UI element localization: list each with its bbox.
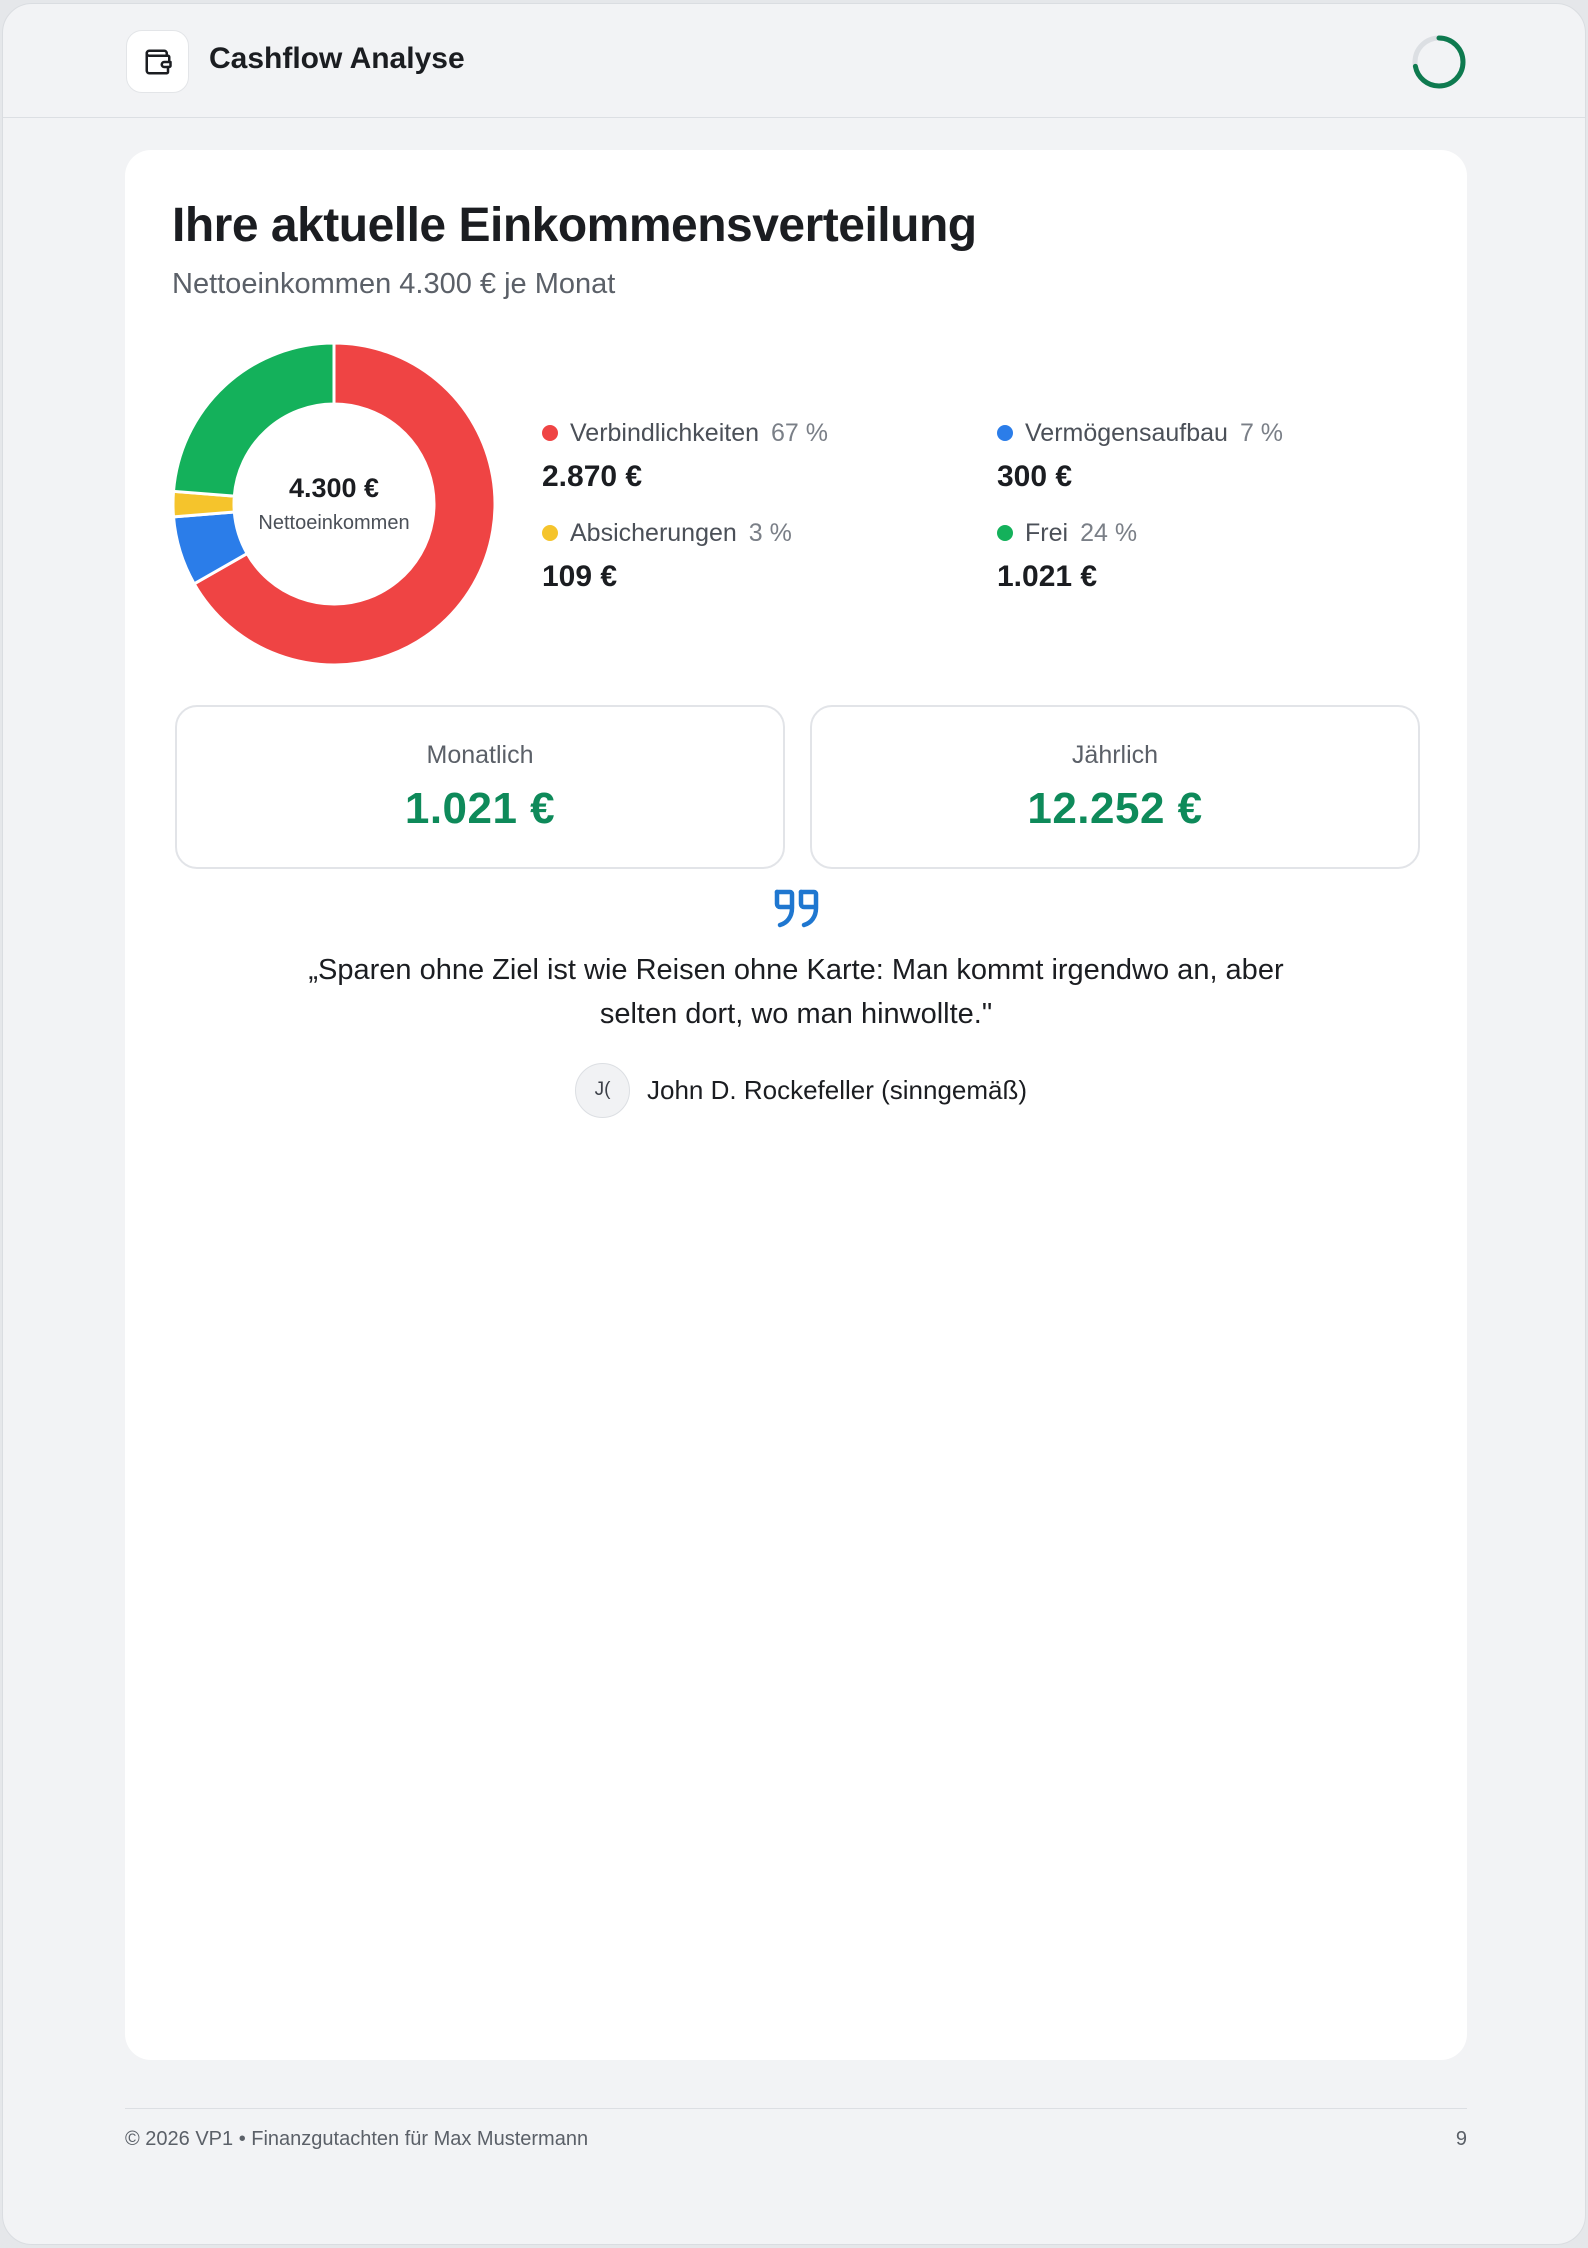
quote-author: J( John D. Rockefeller (sinngemäß) xyxy=(575,1062,1027,1118)
avatar: J( xyxy=(575,1062,630,1118)
legend-percent: 3 % xyxy=(748,518,792,547)
quote-text: „Sparen ohne Ziel ist wie Reisen ohne Ka… xyxy=(308,954,1284,1030)
legend-percent: 24 % xyxy=(1080,518,1138,547)
legend-dot xyxy=(542,425,558,441)
yearly-value: 12.252 € xyxy=(1027,784,1203,833)
wallet-icon xyxy=(126,30,189,93)
app-header: Cashflow Analyse xyxy=(3,4,1585,118)
author-name: John D. Rockefeller (sinngemäß) xyxy=(647,1074,1028,1105)
legend-percent: 67 % xyxy=(771,418,828,447)
footer-divider xyxy=(125,2108,1467,2109)
progress-ring xyxy=(1412,35,1466,89)
page-number: 9 xyxy=(1455,2128,1467,2150)
yearly-free-card: Jährlich 12.252 € xyxy=(810,705,1420,869)
legend-value: 1.021 € xyxy=(997,560,1098,593)
legend-name: Frei xyxy=(1025,518,1069,547)
app-title: Cashflow Analyse xyxy=(209,42,465,75)
legend-percent: 7 % xyxy=(1239,418,1284,447)
monthly-free-card: Monatlich 1.021 € xyxy=(175,705,785,869)
footer-text: © 2026 VP1 • Finanzgutachten für Max Mus… xyxy=(125,2128,589,2150)
income-distribution-card: Ihre aktuelle Einkommensverteilung Netto… xyxy=(125,150,1467,2060)
legend-value: 109 € xyxy=(542,560,618,593)
legend-value: 300 € xyxy=(997,460,1073,493)
legend-name: Vermögensaufbau xyxy=(1025,418,1228,447)
donut-center-label: Nettoeinkommen xyxy=(258,512,410,534)
legend-dot xyxy=(997,425,1013,441)
monthly-label: Monatlich xyxy=(426,741,534,769)
donut-center-amount: 4.300 € xyxy=(288,473,380,503)
yearly-label: Jährlich xyxy=(1071,741,1159,769)
page-title: Ihre aktuelle Einkommensverteilung xyxy=(172,199,977,252)
legend-item-absicherungen: Absicherungen 3 % 109 € xyxy=(542,516,962,594)
donut-center: 4.300 € Nettoeinkommen xyxy=(172,342,496,666)
page-frame: Cashflow Analyse Ihre aktuelle Einkommen… xyxy=(2,3,1586,2245)
page-subtitle: Nettoeinkommen 4.300 € je Monat xyxy=(172,268,616,300)
legend-item-frei: Frei 24 % 1.021 € xyxy=(997,516,1417,594)
legend-name: Absicherungen xyxy=(570,518,737,547)
legend-dot xyxy=(997,525,1013,541)
legend-item-vermoegensaufbau: Vermögensaufbau 7 % 300 € xyxy=(997,416,1417,494)
legend-name: Verbindlichkeiten xyxy=(570,418,760,447)
legend-dot xyxy=(542,525,558,541)
monthly-value: 1.021 € xyxy=(404,784,556,833)
legend-value: 2.870 € xyxy=(542,460,643,493)
quote-icon xyxy=(774,889,819,928)
legend-item-verbindlichkeiten: Verbindlichkeiten 67 % 2.870 € xyxy=(542,416,962,494)
